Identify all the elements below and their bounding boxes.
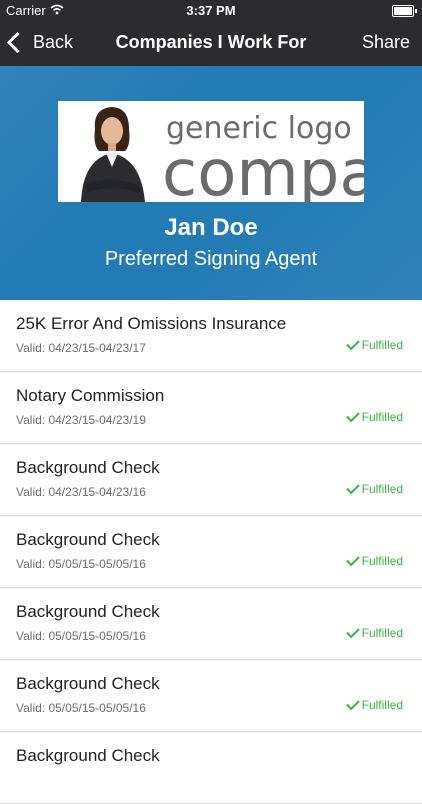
item-title: Background Check [16,602,160,621]
status-label: Fulfilled [361,410,403,424]
app-header: Carrier 3:37 PM Back Companies I Work Fo… [0,0,422,66]
company-logo: generic logo company [58,101,364,202]
logo-text-line2: company [162,137,364,202]
status-label: Fulfilled [361,626,403,640]
credentials-list: 25K Error And Omissions Insurance Valid:… [0,300,422,804]
person-photo [81,107,145,202]
profile-header: generic logo company Jan Doe Preferred S… [0,66,422,300]
item-title: Background Check [16,674,160,693]
list-item[interactable]: Background Check Valid: 05/05/15-05/05/1… [0,660,422,732]
item-valid-dates: Valid: 05/05/15-05/05/16 [16,557,146,571]
status-badge: Fulfilled [345,336,403,352]
item-title: 25K Error And Omissions Insurance [16,314,287,333]
status-time: 3:37 PM [186,3,236,18]
list-item[interactable]: Notary Commission Valid: 04/23/15-04/23/… [0,372,422,444]
checkmark-icon [345,336,360,351]
status-label: Fulfilled [361,554,403,568]
status-bar: Carrier 3:37 PM [0,0,422,22]
item-valid-dates: Valid: 04/23/15-04/23/19 [16,413,146,427]
status-badge: Fulfilled [345,480,403,496]
page-title: Companies I Work For [115,32,307,52]
status-badge: Fulfilled [345,696,403,712]
item-title: Background Check [16,458,160,477]
item-valid-dates: Valid: 04/23/15-04/23/17 [16,341,146,355]
list-item[interactable]: 25K Error And Omissions Insurance Valid:… [0,300,422,372]
item-valid-dates: Valid: 05/05/15-05/05/16 [16,629,146,643]
status-label: Fulfilled [361,338,403,352]
checkmark-icon [345,480,360,495]
agent-name: Jan Doe [164,214,258,241]
item-title: Background Check [16,746,160,765]
battery-icon [392,5,417,17]
status-badge: Fulfilled [345,624,403,640]
list-item[interactable]: Background Check Valid: 04/23/15-04/23/1… [0,444,422,516]
list-item[interactable]: Background Check Valid: 05/05/15-05/05/1… [0,516,422,588]
item-valid-dates: Valid: 05/05/15-05/05/16 [16,701,146,715]
status-badge: Fulfilled [345,408,403,424]
checkmark-icon [345,552,360,567]
list-item[interactable]: Background Check [0,732,422,804]
status-label: Fulfilled [361,482,403,496]
item-title: Notary Commission [16,386,165,405]
agent-role: Preferred Signing Agent [104,248,318,270]
checkmark-icon [345,696,360,711]
navigation-bar: Back Companies I Work For Share [0,22,422,66]
item-valid-dates: Valid: 04/23/15-04/23/16 [16,485,146,499]
share-button[interactable]: Share [362,32,410,53]
checkmark-icon [345,624,360,639]
item-title: Background Check [16,530,160,549]
list-item[interactable]: Background Check Valid: 05/05/15-05/05/1… [0,588,422,660]
checkmark-icon [345,408,360,423]
status-badge: Fulfilled [345,552,403,568]
status-label: Fulfilled [361,698,403,712]
